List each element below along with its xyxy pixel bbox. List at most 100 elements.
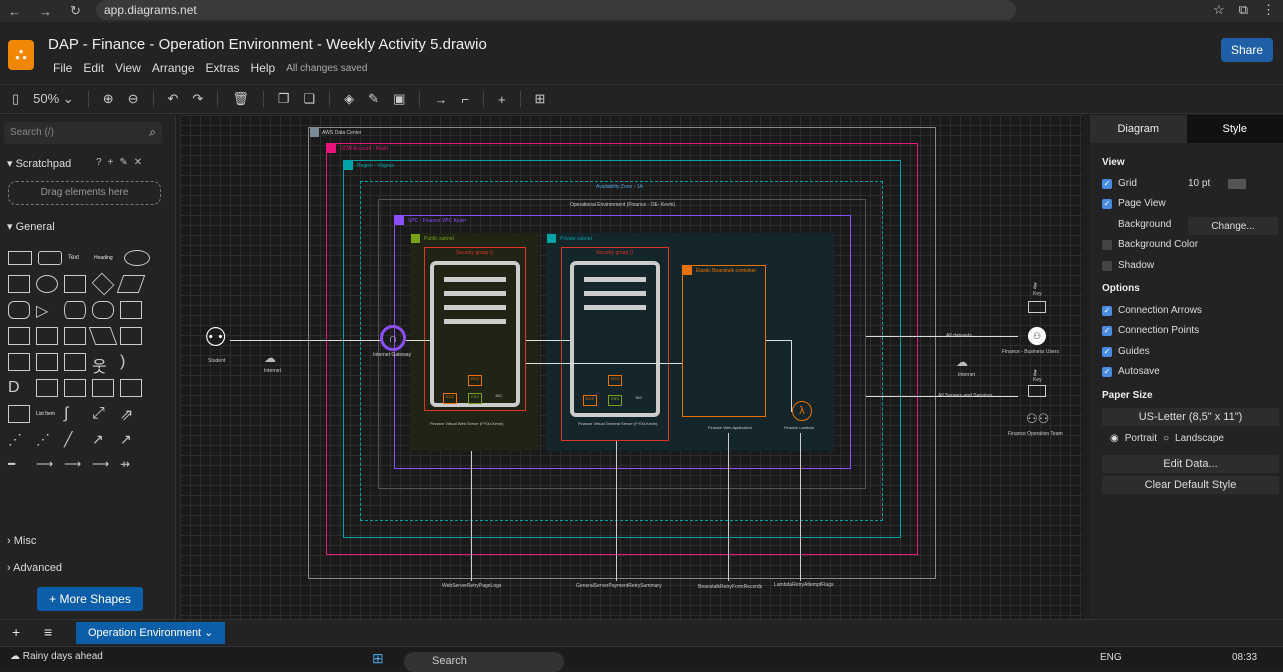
and-shape[interactable]: D: [8, 379, 30, 397]
eb-container[interactable]: [682, 265, 766, 417]
cloud-shape[interactable]: [92, 301, 114, 319]
circle-shape[interactable]: [36, 275, 58, 293]
menu-file[interactable]: File: [53, 61, 72, 75]
process-shape[interactable]: [64, 275, 86, 293]
menu-icon[interactable]: ⋮: [1262, 2, 1275, 18]
pages-menu-icon[interactable]: ≡: [44, 624, 52, 640]
parallelogram-shape[interactable]: [117, 275, 146, 293]
bookmark-icon[interactable]: ☆: [1213, 2, 1225, 18]
page-view-option[interactable]: ✓Page View: [1102, 198, 1166, 209]
document-title[interactable]: DAP - Finance - Operation Environment - …: [48, 36, 487, 53]
edge-down-4[interactable]: [800, 433, 801, 581]
tab-diagram[interactable]: Diagram: [1090, 115, 1187, 143]
container-shape[interactable]: [64, 379, 86, 397]
list-item-shape[interactable]: List Item: [36, 411, 58, 417]
bidir-line-shape[interactable]: ↗: [92, 431, 114, 449]
start-icon[interactable]: ⊞: [372, 650, 384, 667]
link4-shape[interactable]: ⟶: [92, 457, 114, 475]
edge-eb-lambda[interactable]: [766, 340, 792, 412]
edge-igw-s1[interactable]: [406, 340, 430, 341]
dashed-line-shape[interactable]: ⋰: [8, 431, 30, 449]
ops-team-icon[interactable]: ⚇⚇: [1026, 411, 1050, 427]
text-shape[interactable]: Text: [68, 255, 88, 261]
taskbar-search[interactable]: Search: [404, 652, 564, 672]
arrow-shape[interactable]: ⇗: [120, 405, 142, 423]
autosave-option[interactable]: ✓Autosave: [1102, 366, 1160, 377]
callout-shape[interactable]: [64, 353, 86, 371]
line-color-icon[interactable]: ✎: [368, 91, 379, 107]
diagram-canvas[interactable]: AWS Data Center UCW Account - Kevin Regi…: [180, 115, 1083, 619]
ellipse-shape[interactable]: [124, 250, 150, 266]
shadow-icon[interactable]: ▣: [393, 91, 405, 107]
clock[interactable]: 08:33: [1232, 652, 1257, 663]
step-shape[interactable]: [64, 327, 86, 345]
link5-shape[interactable]: ⇸: [120, 457, 142, 475]
edit-data-button[interactable]: Edit Data...: [1102, 455, 1279, 473]
address-bar[interactable]: app.diagrams.net: [96, 0, 1016, 20]
actor-shape[interactable]: 웃: [92, 353, 114, 371]
add-page-icon[interactable]: +: [12, 624, 20, 640]
zoom-out-icon[interactable]: ⊖: [128, 91, 139, 107]
conn-points-checkbox[interactable]: ✓: [1102, 326, 1112, 336]
cylinder-shape[interactable]: [64, 301, 86, 319]
fill-color-icon[interactable]: ◈: [344, 91, 354, 107]
change-background-button[interactable]: Change...: [1188, 217, 1278, 235]
format-panel-toggle-icon[interactable]: ▯: [12, 91, 19, 107]
redo-icon[interactable]: ↷: [192, 91, 203, 107]
connection-icon[interactable]: →: [434, 92, 447, 107]
document-shape[interactable]: [120, 301, 142, 319]
internet-gateway-icon[interactable]: ∩: [380, 325, 406, 351]
shadow-checkbox[interactable]: [1102, 261, 1112, 271]
language-indicator[interactable]: ENG: [1100, 652, 1122, 663]
paper-size-select[interactable]: US-Letter (8,5" x 11"): [1102, 408, 1279, 426]
grid-size-field[interactable]: 10 pt: [1188, 178, 1246, 189]
list-shape[interactable]: [8, 405, 30, 423]
edge-down-3[interactable]: [728, 433, 729, 581]
waypoints-icon[interactable]: ⌐: [461, 92, 469, 107]
weather-widget[interactable]: ☁ Rainy days ahead: [10, 651, 103, 662]
diamond-shape[interactable]: [92, 273, 115, 296]
menu-edit[interactable]: Edit: [83, 61, 104, 75]
rounded-rect-shape[interactable]: [38, 251, 62, 265]
share-button[interactable]: Share: [1221, 38, 1273, 62]
tape-shape[interactable]: [120, 327, 142, 345]
menu-extras[interactable]: Extras: [206, 61, 240, 75]
extensions-icon[interactable]: ⧉: [1239, 2, 1248, 18]
hexagon-shape[interactable]: [8, 301, 30, 319]
link2-shape[interactable]: ⟶: [36, 457, 58, 475]
edge-student-igw[interactable]: [230, 340, 380, 341]
scratchpad-tools-icon[interactable]: ?+✎✕: [96, 157, 148, 168]
link3-shape[interactable]: ⟶: [64, 457, 86, 475]
or-shape[interactable]: ): [120, 353, 142, 371]
bg-color-checkbox[interactable]: [1102, 240, 1112, 250]
clear-default-style-button[interactable]: Clear Default Style: [1102, 476, 1279, 494]
rect-shape[interactable]: [8, 251, 32, 265]
student-icon[interactable]: ⚇: [204, 321, 228, 353]
undo-icon[interactable]: ↶: [168, 91, 179, 107]
edge-s1-s2[interactable]: [526, 340, 570, 341]
frame-shape[interactable]: [120, 379, 142, 397]
dotted-line-shape[interactable]: ⋰: [36, 431, 58, 449]
heading-shape[interactable]: Heading: [94, 255, 118, 261]
general-header[interactable]: ▾ General: [7, 220, 55, 233]
directional-line-shape[interactable]: ↗: [120, 431, 142, 449]
business-users-icon[interactable]: ⚇: [1028, 327, 1046, 345]
square-shape[interactable]: [8, 275, 30, 293]
delete-icon[interactable]: 🗑: [232, 91, 249, 107]
grid-color-swatch[interactable]: [1228, 179, 1246, 189]
to-back-icon[interactable]: ❏: [304, 91, 316, 107]
conn-points-option[interactable]: ✓Connection Points: [1102, 325, 1199, 336]
edge-s2-eb[interactable]: [526, 363, 682, 364]
to-front-icon[interactable]: ❐: [278, 91, 290, 107]
swimlane-shape[interactable]: [92, 379, 114, 397]
tab-style[interactable]: Style: [1187, 115, 1283, 143]
scratchpad-header[interactable]: ▾ Scratchpad: [7, 157, 71, 170]
edge-down-1[interactable]: [471, 451, 472, 581]
menu-view[interactable]: View: [115, 61, 141, 75]
page-tab-current[interactable]: Operation Environment ⌄: [76, 622, 225, 644]
guides-checkbox[interactable]: ✓: [1102, 347, 1112, 357]
forward-icon[interactable]: →: [39, 4, 52, 19]
card-shape[interactable]: [36, 353, 58, 371]
advanced-header[interactable]: › Advanced: [7, 562, 62, 574]
misc-header[interactable]: › Misc: [7, 535, 36, 547]
